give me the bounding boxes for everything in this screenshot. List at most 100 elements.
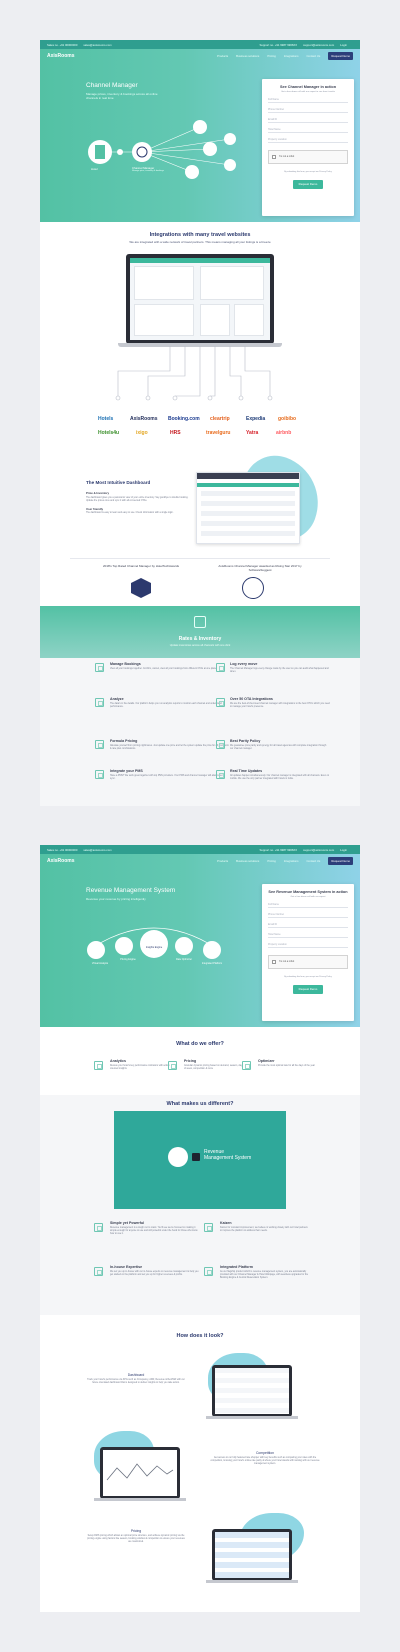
feature-item: Over 50 OTA Integrations We are the best-… [230, 697, 330, 708]
logo[interactable]: AxisRooms [47, 53, 75, 59]
channel-manager-icon [132, 142, 152, 162]
offer-title: What do we offer? [176, 1041, 224, 1047]
cm-sublabel: Manage price, inventory & bookings [132, 170, 164, 172]
integrations-section: Integrations with many travel websites W… [40, 232, 360, 244]
pms-icon [95, 770, 104, 779]
nav-contact[interactable]: Contact Us [307, 54, 321, 58]
brand-booking: Booking.com [168, 416, 200, 422]
request-demo-button[interactable]: Request Demo [328, 51, 353, 60]
nav-business[interactable]: Business solutions [236, 54, 259, 58]
rms-diagram [87, 927, 221, 959]
captcha-checkbox[interactable] [272, 959, 276, 964]
email-field[interactable]: Email ID [268, 918, 348, 928]
ota-icon [216, 698, 225, 707]
login-link[interactable]: Login [340, 43, 347, 47]
dashboard-t1: The dashboard gives you a panoramic view… [86, 496, 189, 502]
support-email[interactable]: support@axisrooms.com [303, 848, 334, 852]
optimizer-icon [242, 1061, 251, 1070]
submit-button[interactable]: Request Demo [292, 984, 324, 994]
dashboard-text: The Most Intuitive Dashboard Price & Inv… [86, 480, 196, 516]
video-player[interactable]: Revenue Management System [114, 1111, 286, 1209]
rates-title: Rates & Inventory [178, 636, 222, 642]
circle-label: Virtual Analysis [91, 962, 109, 965]
page-title: Revenue Management System [86, 887, 176, 894]
submit-button[interactable]: Request Demo [292, 179, 324, 189]
brand-hotels: Hotels [98, 416, 114, 422]
captcha-label: I'm not a robot [279, 960, 295, 963]
rates-band: Rates & Inventory Update inventories acr… [40, 606, 360, 658]
feature-item: Integrate your PMS Have a PMS? We work gr… [110, 769, 225, 780]
hotel-field[interactable]: Hotel Name [268, 928, 348, 938]
look-competition: Competition Get access to our fully feat… [210, 1451, 320, 1465]
competition-laptop [100, 1447, 180, 1499]
nav-pricing[interactable]: Pricing [267, 54, 276, 58]
integrations-subtitle: We are integrated with a wide network of… [129, 240, 271, 244]
diff-item: In-house Expertise We set you up in-house… [110, 1265, 199, 1276]
nav-integrations[interactable]: Integrations [284, 54, 299, 58]
brand-goibibo: goibibo [278, 416, 297, 422]
different-section: What makes us different? Revenue Managem… [40, 1095, 360, 1315]
pricing-icon [168, 1061, 177, 1070]
integration-lines [115, 346, 273, 401]
captcha-checkbox[interactable] [272, 154, 276, 159]
nav-integrations[interactable]: Integrations [284, 859, 299, 863]
support-phone[interactable]: Support no. +91 9987 9966XX [259, 848, 297, 852]
support-phone[interactable]: Support no. +91 9987 9966XX [259, 43, 297, 47]
login-link[interactable]: Login [340, 848, 347, 852]
expertise-icon [94, 1267, 103, 1276]
main-nav: AxisRooms Products Business solutions Pr… [40, 49, 360, 62]
brand-ixigo: ixigo [136, 430, 148, 436]
name-field[interactable]: Full Name [268, 93, 348, 103]
logo[interactable]: AxisRooms [47, 858, 75, 864]
parity-icon [216, 740, 225, 749]
feature-item: Formula Pricing Alleviate yourself from p… [110, 739, 229, 750]
brand-travelguru: travelguru [206, 430, 231, 436]
phone-field[interactable]: Phone Number [268, 908, 348, 918]
features-section: Manage Bookings View all your bookings to… [40, 658, 360, 806]
request-demo-button[interactable]: Request Demo [328, 856, 353, 865]
hero-banner: AxisRooms Products Business solutions Pr… [40, 854, 360, 1027]
kaizen-icon [204, 1223, 213, 1232]
support-email[interactable]: support@axisrooms.com [303, 43, 334, 47]
captcha[interactable]: I'm not a robot [268, 149, 348, 164]
nav-products[interactable]: Products [217, 54, 228, 58]
integrations-title: Integrations with many travel websites [149, 232, 251, 238]
sales-email[interactable]: sales@axisrooms.com [83, 43, 111, 47]
nav-products[interactable]: Products [217, 859, 228, 863]
name-field[interactable]: Full Name [268, 898, 348, 908]
feature-item: Best Parity Policy We guarantee price par… [230, 739, 327, 750]
sales-email[interactable]: sales@axisrooms.com [83, 848, 111, 852]
phone-field[interactable]: Phone Number [268, 103, 348, 113]
nav-contact[interactable]: Contact Us [307, 859, 321, 863]
dashboard-laptop [212, 1365, 292, 1417]
page-subtitle: Manage prices, inventory & bookings acro… [86, 92, 158, 100]
analytics-icon [94, 1061, 103, 1070]
diff-item: Simple yet Powerful Revenue management is… [110, 1221, 198, 1235]
email-field[interactable]: Email ID [268, 113, 348, 123]
location-field[interactable]: Property Location [268, 938, 348, 948]
hotel-field[interactable]: Hotel Name [268, 123, 348, 133]
brand-airbnb: airbnb [276, 430, 292, 436]
captcha[interactable]: I'm not a robot [268, 954, 348, 969]
platform-icon [204, 1267, 213, 1276]
form-title: See Revenue Management System in action [268, 890, 348, 894]
award-left-text: 2018's Top Rated Channel Manager by Hote… [102, 564, 179, 568]
nav-business[interactable]: Business solutions [236, 859, 259, 863]
channel-diagram [88, 120, 236, 179]
sales-phone[interactable]: Sales no. +91 00000000 [47, 848, 77, 852]
formula-icon [95, 740, 104, 749]
sales-phone[interactable]: Sales no. +91 00000000 [47, 43, 77, 47]
rising-star-icon [242, 577, 264, 599]
offer-section: What do we offer? [40, 1041, 360, 1047]
offer-item: Pricing Granular dynamic pricing based on… [184, 1059, 243, 1070]
location-field[interactable]: Property Location [268, 133, 348, 143]
video-title: Revenue Management System [204, 1149, 252, 1161]
demo-form: See Revenue Management System in action … [262, 884, 354, 1021]
nav-pricing[interactable]: Pricing [267, 859, 276, 863]
play-icon[interactable] [192, 1153, 200, 1161]
simple-icon [94, 1223, 103, 1232]
analyze-icon [95, 698, 104, 707]
demo-form: See Channel Manager in action Get a free… [262, 79, 354, 216]
brand-yatra: Yatra [246, 430, 259, 436]
award-badge-icon [131, 578, 151, 598]
